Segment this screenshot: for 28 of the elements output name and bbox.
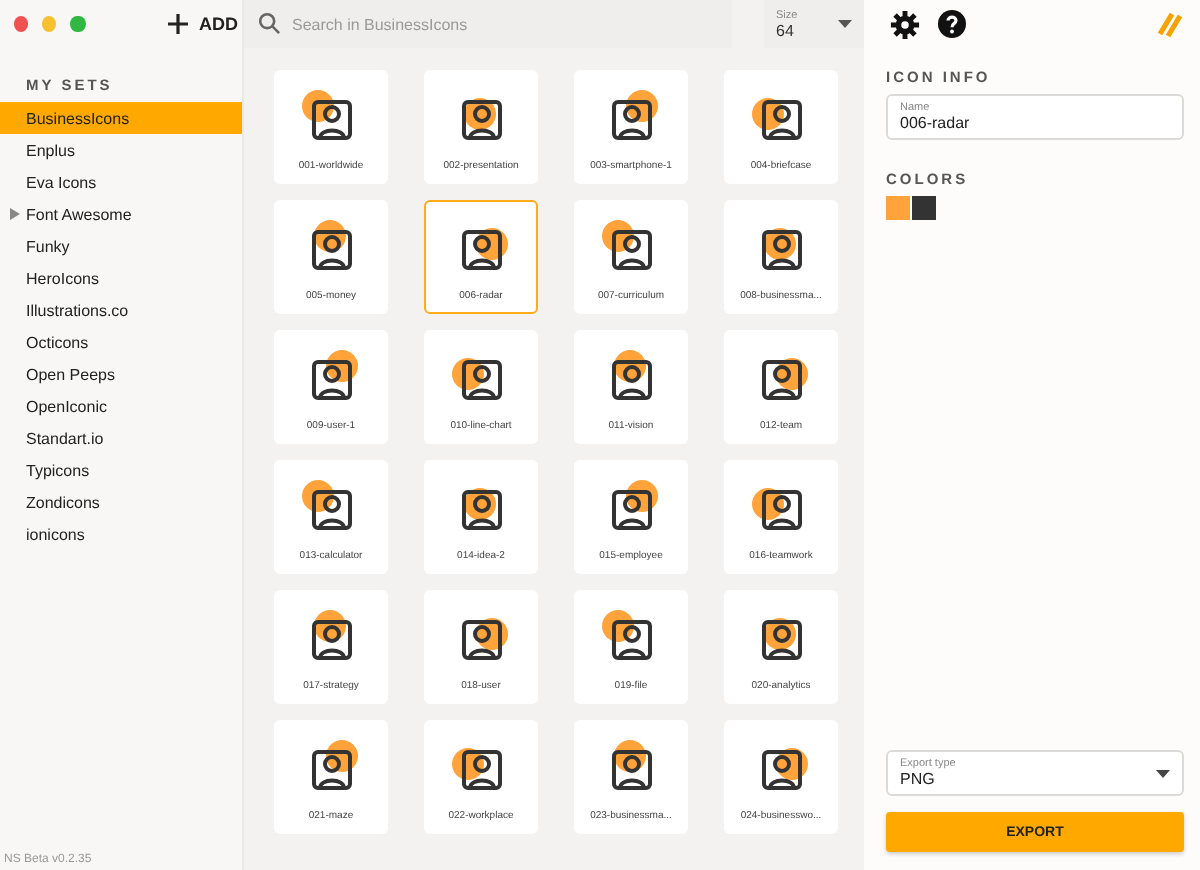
plus-icon bbox=[167, 14, 188, 34]
sidebar-item[interactable]: Standart.io bbox=[0, 422, 242, 454]
sidebar-item[interactable]: ionicons bbox=[0, 518, 242, 550]
settings-icon[interactable] bbox=[890, 9, 920, 39]
sidebar-item[interactable]: Enplus bbox=[0, 134, 242, 166]
search-field[interactable]: Search in BusinessIcons bbox=[244, 0, 732, 48]
add-button[interactable]: ADD bbox=[163, 10, 243, 38]
color-swatch[interactable] bbox=[886, 196, 910, 220]
sidebar-item[interactable]: Eva Icons bbox=[0, 166, 242, 198]
search-icon bbox=[258, 12, 280, 34]
maximize-window-button[interactable] bbox=[70, 16, 86, 32]
caret-icon bbox=[1156, 769, 1170, 777]
expand-arrow-icon[interactable] bbox=[10, 208, 20, 220]
help-icon[interactable] bbox=[938, 10, 966, 38]
logo-icon bbox=[1156, 10, 1184, 38]
sidebar-item[interactable]: HeroIcons bbox=[0, 262, 242, 294]
caret-icon bbox=[838, 20, 852, 28]
sidebar-item[interactable]: Zondicons bbox=[0, 486, 242, 518]
sidebar-item[interactable]: Illustrations.co bbox=[0, 294, 242, 326]
sidebar-item[interactable]: Open Peeps bbox=[0, 358, 242, 390]
sidebar-item[interactable]: Typicons bbox=[0, 454, 242, 486]
sidebar-item[interactable]: Font Awesome bbox=[0, 198, 242, 230]
sidebar-item[interactable]: BusinessIcons bbox=[0, 102, 242, 134]
close-window-button[interactable] bbox=[14, 16, 29, 32]
color-swatch[interactable] bbox=[912, 196, 936, 220]
sidebar-item[interactable]: Octicons bbox=[0, 326, 242, 358]
sidebar-item[interactable]: Funky bbox=[0, 230, 242, 262]
sidebar-item[interactable]: OpenIconic bbox=[0, 390, 242, 422]
